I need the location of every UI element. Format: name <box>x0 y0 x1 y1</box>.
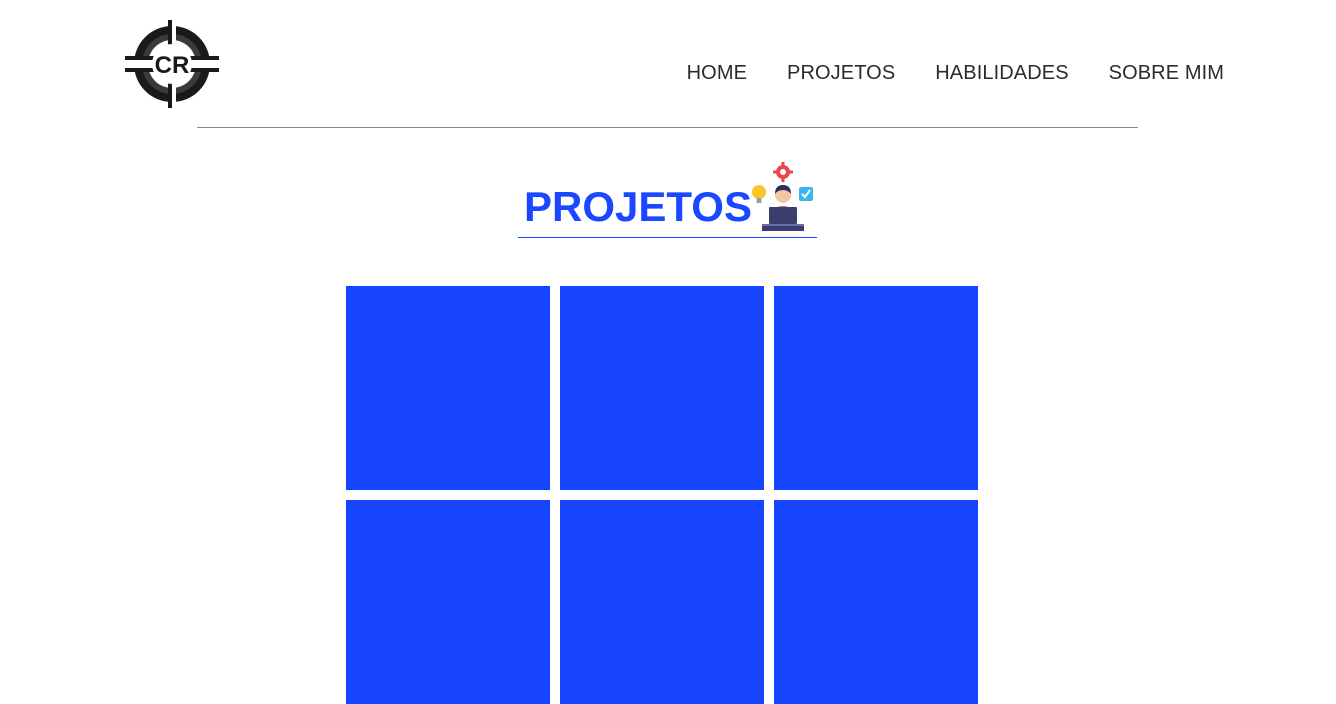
section-heading: PROJETOS <box>518 160 817 238</box>
project-card[interactable] <box>346 286 550 490</box>
header-divider <box>197 127 1138 128</box>
main-nav: HOME PROJETOS HABILIDADES SOBRE MIM <box>687 62 1224 85</box>
project-card[interactable] <box>774 286 978 490</box>
page-title: PROJETOS <box>524 183 752 230</box>
projects-grid <box>346 286 978 704</box>
cr-logo-icon[interactable]: CR <box>125 20 219 108</box>
nav-habilidades[interactable]: HABILIDADES <box>935 62 1068 85</box>
logo-text: CR <box>155 52 190 79</box>
project-card[interactable] <box>560 286 764 490</box>
nav-sobre-mim[interactable]: SOBRE MIM <box>1109 62 1224 85</box>
project-card[interactable] <box>774 500 978 704</box>
nav-home[interactable]: HOME <box>687 62 747 85</box>
project-card[interactable] <box>346 500 550 704</box>
site-header: CR HOME PROJETOS HABILIDADES SOBRE MIM <box>0 0 1336 128</box>
nav-projetos[interactable]: PROJETOS <box>787 62 895 85</box>
developer-at-laptop-icon <box>748 160 816 234</box>
project-card[interactable] <box>560 500 764 704</box>
